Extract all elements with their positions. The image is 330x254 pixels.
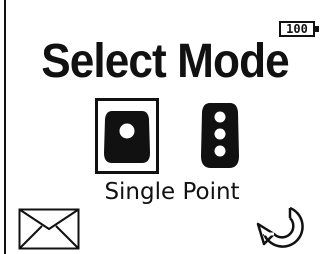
screen-edge [4,0,6,254]
single-point-mode-option[interactable] [95,98,159,174]
battery-tip [315,26,319,32]
back-arrow-icon[interactable] [250,194,320,254]
three-point-mode-option[interactable] [192,98,248,174]
three-point-icon [201,103,239,168]
envelope-icon[interactable] [18,208,80,250]
single-point-icon [104,111,150,163]
device-screen: 100 Select Mode Single Point [0,0,330,254]
page-title: Select Mode [41,35,289,88]
